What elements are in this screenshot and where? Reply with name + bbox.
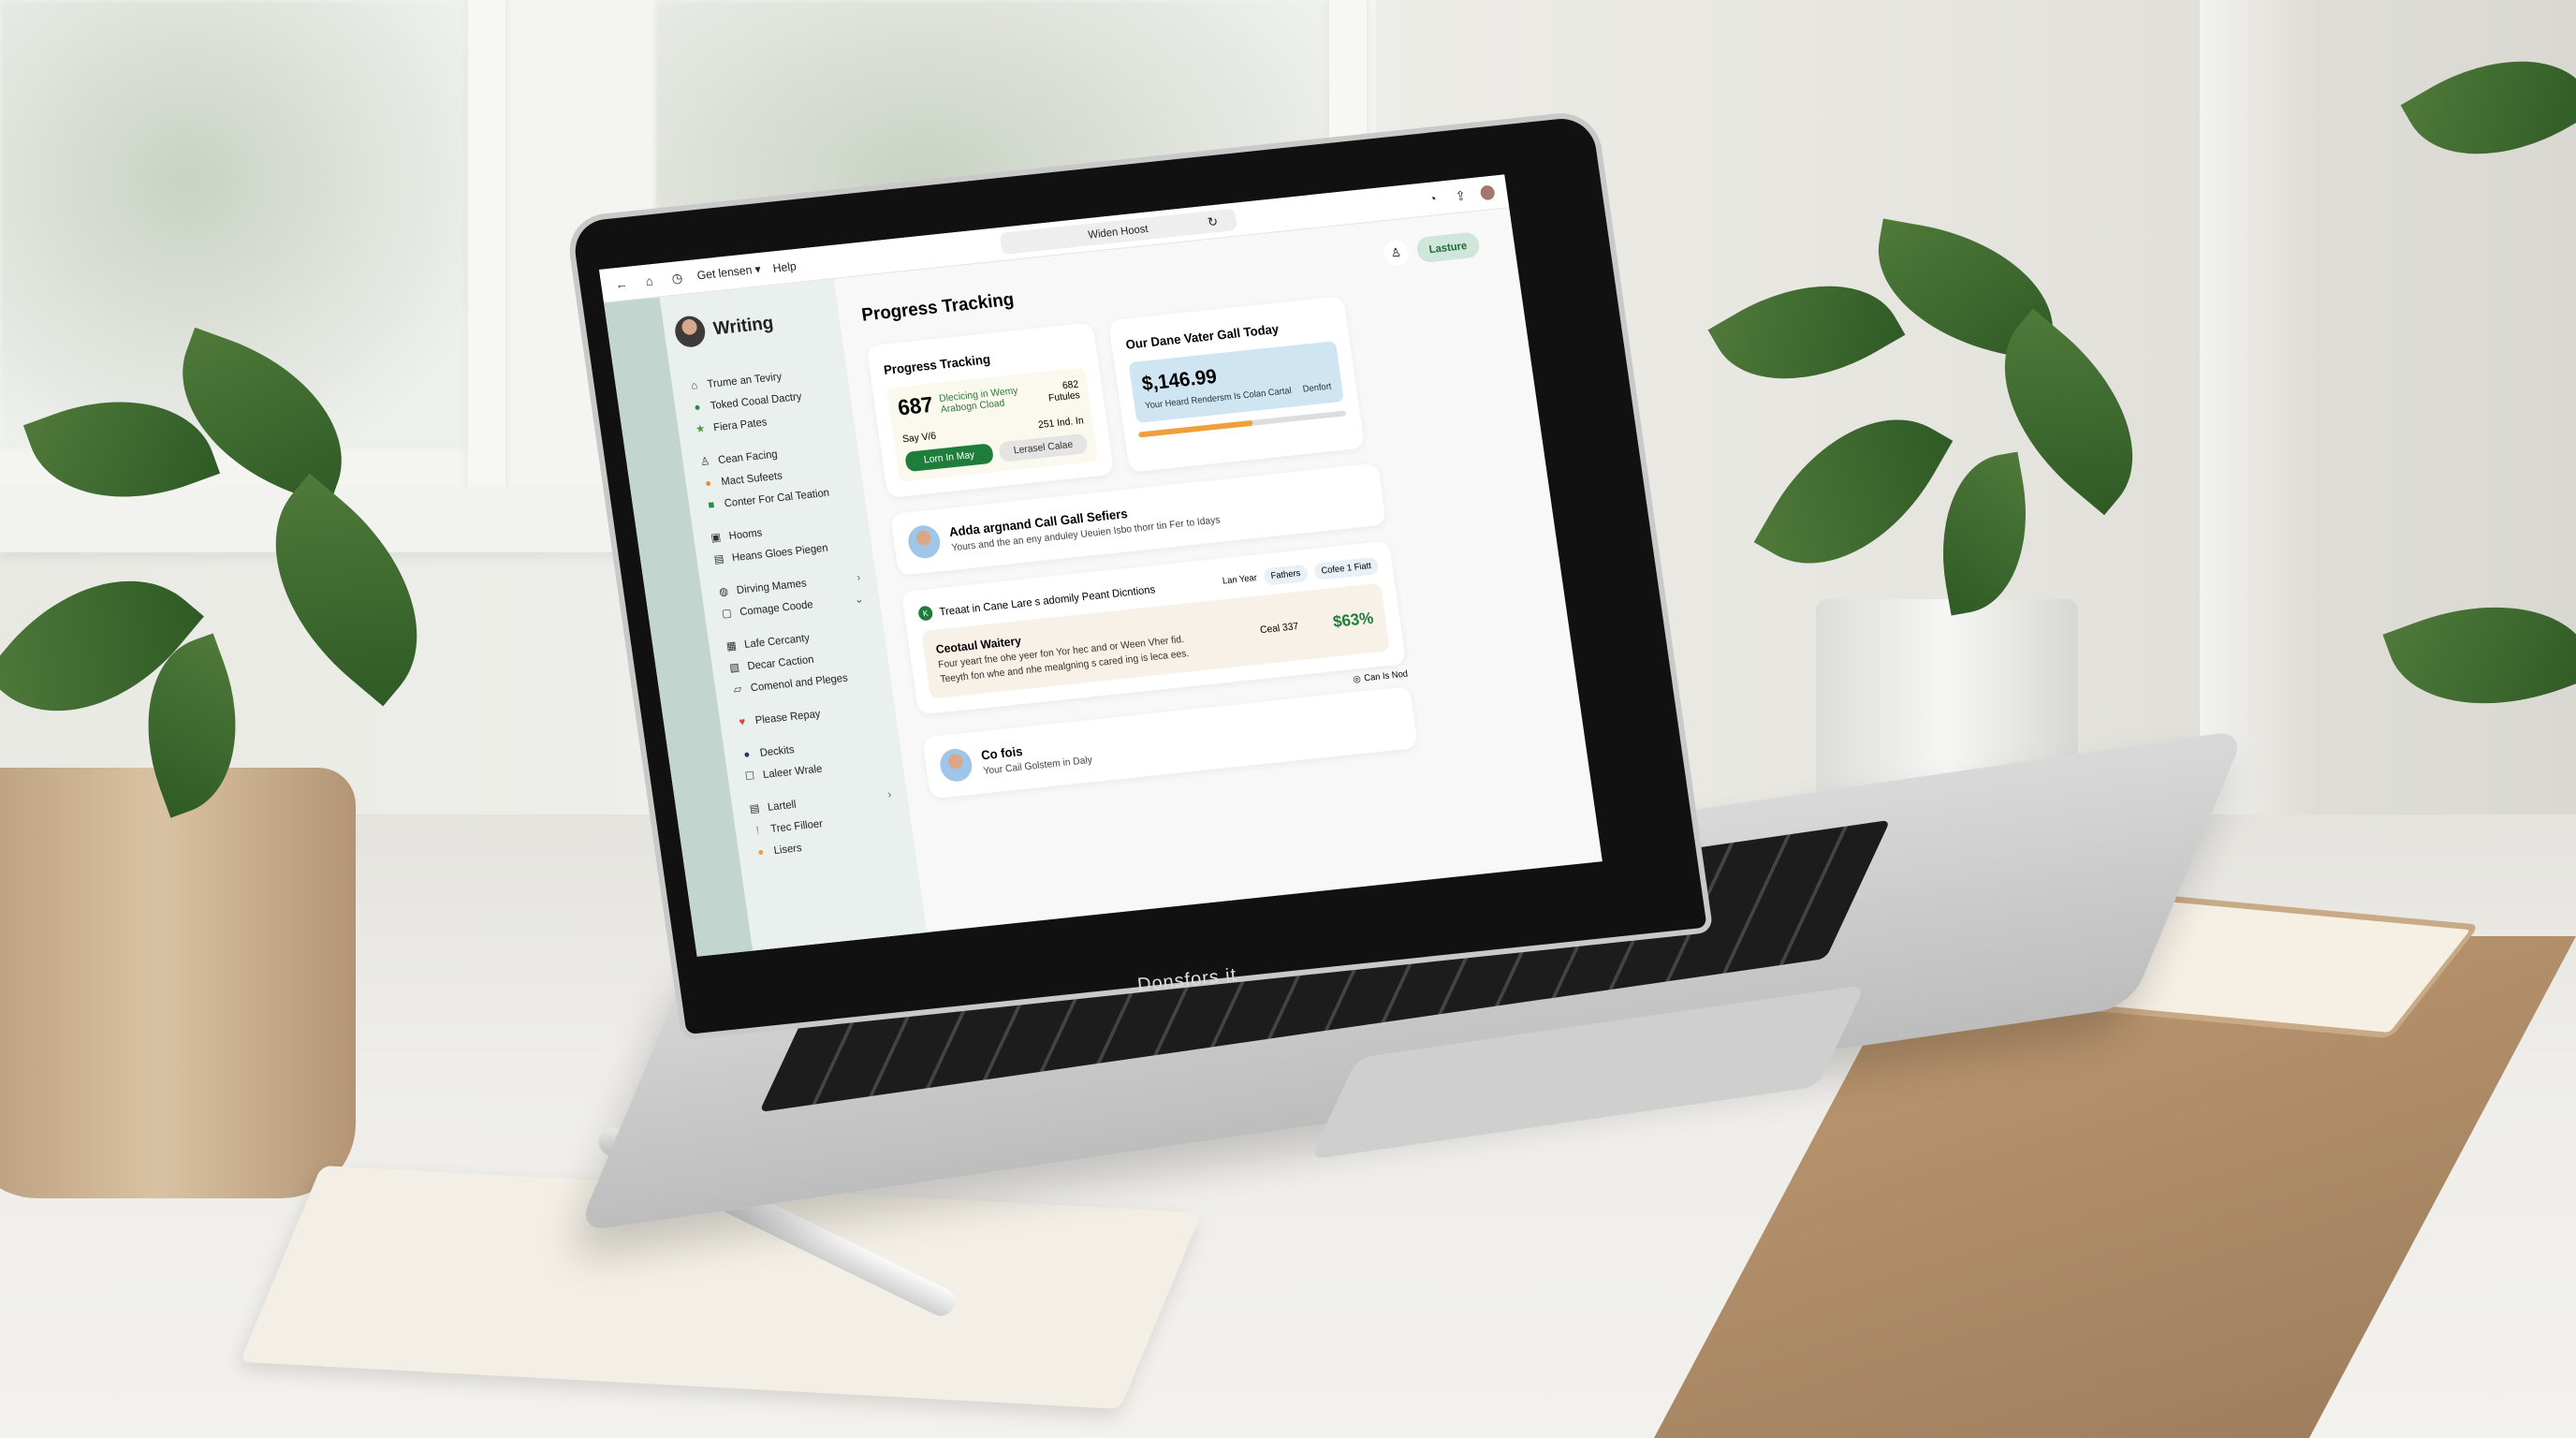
sidebar-item-icon: ▦ (725, 638, 738, 653)
sidebar-item-label: Hooms (727, 525, 764, 543)
sidebar-header: Writing (673, 301, 830, 349)
sidebar-item-icon: ▢ (721, 606, 733, 621)
progress-right-label: Futules (1047, 389, 1081, 404)
insight-item-mid: Ceal 337 (1259, 620, 1299, 636)
progress-value: 687 (896, 392, 935, 421)
sidebar-item-icon: ◍ (718, 584, 729, 598)
sidebar-item-label: Mact Sufeets (720, 468, 783, 489)
person-avatar (906, 523, 943, 560)
chevron-icon[interactable]: › (856, 571, 861, 584)
insight-badge-icon: K (917, 605, 934, 622)
plant-pot-left (0, 768, 356, 1198)
status-label: Can Is Nod (1363, 668, 1409, 684)
sidebar-item-label: Fiera Pates (712, 415, 768, 434)
window-frame (468, 0, 505, 524)
chevron-icon[interactable]: ⌄ (854, 593, 864, 607)
sidebar-item-label: Laleer Wrale (762, 761, 824, 781)
back-arrow-icon[interactable]: ← (612, 276, 630, 292)
progress-sub-right: 251 Ind. In (1037, 415, 1085, 432)
sidebar-item-icon: ★ (695, 421, 707, 436)
avatar[interactable] (673, 315, 708, 349)
home-icon[interactable]: ⌂ (640, 272, 658, 288)
progress-right: 682 Futules (1046, 379, 1081, 404)
person2-avatar (938, 747, 974, 784)
laptop-screen: ← ⌂ ◷ Get lensen ▾ Help Widen Hoost ↻ ◔ … (599, 174, 1603, 957)
sidebar-item-label: Trume an Teviry (706, 370, 783, 390)
goal-progress-fill (1138, 419, 1253, 438)
menu-dropdown[interactable]: Get lensen ▾ (696, 262, 762, 284)
goal-card: Our Dane Vater Gall Today $,146.99 Your … (1107, 296, 1366, 473)
chevron-icon[interactable]: › (886, 787, 892, 800)
sidebar-item-label: Trec Filloer (769, 816, 824, 835)
sidebar-item-icon: ♙ (699, 454, 711, 468)
secondary-button[interactable]: Lerasel Calae (998, 433, 1089, 462)
sidebar-item-icon: ♥ (738, 714, 747, 728)
status-icon: ◎ (1352, 673, 1362, 685)
sidebar-item-label: Comage Coode (739, 597, 814, 619)
sidebar-item-label: Deckits (758, 742, 796, 759)
sidebar-item-icon: ▣ (710, 530, 723, 545)
sidebar-item-icon: ■ (707, 497, 716, 512)
sidebar-item-label: Lartell (767, 798, 798, 814)
wall-column (2200, 0, 2321, 824)
chips-label: Lan Year (1222, 573, 1258, 587)
sidebar-item-label: Lafe Cercanty (743, 631, 811, 651)
sidebar-item-icon: ▧ (728, 660, 740, 675)
progress-stat: 687 Dlecicing in Wemy Arabogn Cload 682 … (886, 367, 1099, 482)
sidebar-item-label: Please Repay (754, 707, 822, 727)
sidebar-item-icon: ▤ (748, 801, 761, 815)
sidebar-item-icon: ▤ (712, 551, 725, 566)
user-avatar[interactable] (1479, 184, 1496, 201)
app-title: Writing (711, 312, 775, 339)
history-icon[interactable]: ◷ (668, 270, 686, 286)
sidebar-item-icon: ● (704, 476, 712, 490)
chip-filter[interactable]: Fathers (1262, 564, 1310, 586)
share-icon[interactable]: ⇪ (1452, 187, 1470, 204)
sidebar-item-icon: ● (693, 400, 702, 414)
profile-icon[interactable]: ♙ (1382, 239, 1411, 267)
sidebar-item-label: Dirving Mames (736, 576, 808, 597)
sidebar-item-label: Lisers (772, 841, 803, 858)
sidebar-item-icon: ☐ (744, 769, 756, 783)
goal-box: $,146.99 Your Heard Rendersm Is Colan Ca… (1128, 341, 1345, 424)
progress-desc: Dlecicing in Wemy Arabogn Cload (939, 386, 1020, 416)
help-link[interactable]: Help (772, 258, 798, 274)
chip-filter[interactable]: Cofee 1 Fiatt (1312, 556, 1380, 581)
sidebar-item-icon: ● (756, 844, 766, 858)
insight-item-value: $63% (1331, 609, 1375, 631)
primary-button[interactable]: Lorn In May (904, 443, 995, 473)
goal-line-right: Denfort (1302, 381, 1333, 395)
sidebar-item-icon: ! (754, 823, 760, 837)
sidebar-item-icon: ▱ (732, 682, 743, 697)
sidebar-item-icon: ● (742, 747, 752, 761)
clock-icon[interactable]: ◔ (1424, 190, 1442, 206)
main-content: ♙ Lasture Progress Tracking Progress Tra… (834, 208, 1603, 933)
reload-icon[interactable]: ↻ (1204, 213, 1222, 230)
progress-card: Progress Tracking 687 Dlecicing in Wemy … (866, 322, 1115, 498)
sidebar-item-icon: ⌂ (690, 378, 698, 392)
sidebar-item-label: Cean Facing (717, 447, 779, 466)
progress-sub-left: Say V/6 (901, 430, 937, 446)
sidebar-item-label: Decar Caction (746, 653, 815, 673)
